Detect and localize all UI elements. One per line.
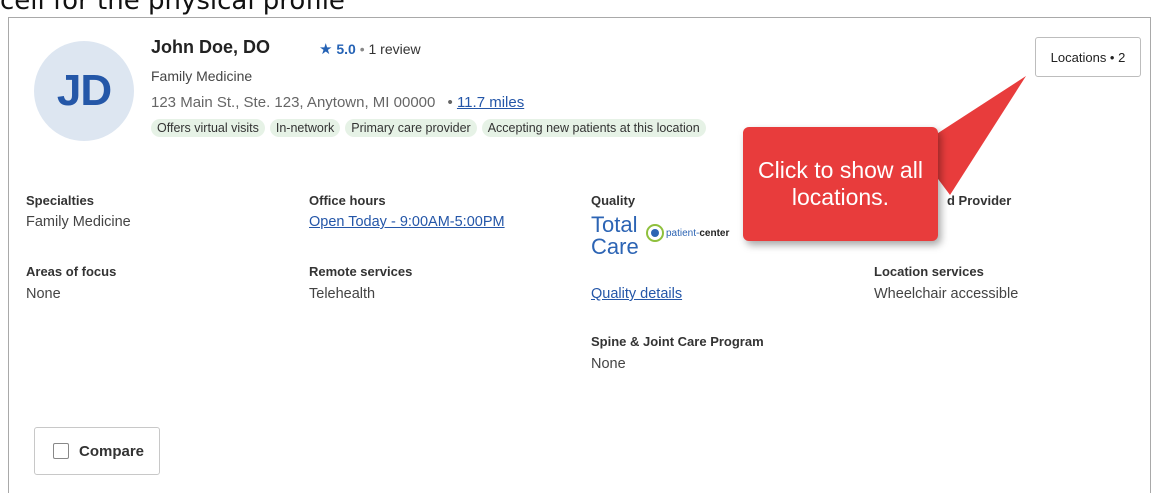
rating-separator: • <box>359 41 365 57</box>
provider-specialty: Family Medicine <box>151 68 253 84</box>
rating: ★ 5.0 • 1 review <box>319 40 421 58</box>
pcmh-text-b: center <box>699 227 730 239</box>
star-icon: ★ <box>319 41 333 58</box>
review-count: 1 review <box>368 41 421 57</box>
location-services-label: Location services <box>874 264 984 279</box>
total-care-logo-line2: Care <box>591 234 639 259</box>
pcmh-text-a: patient- <box>666 227 700 239</box>
office-hours-label: Office hours <box>309 193 386 208</box>
location-services-value: Wheelchair accessible <box>874 286 1019 302</box>
distance-link[interactable]: 11.7 miles <box>457 94 524 111</box>
quality-details-link[interactable]: Quality details <box>591 286 682 302</box>
remote-services-label: Remote services <box>309 264 413 279</box>
areas-of-focus-label: Areas of focus <box>26 264 117 279</box>
quality-label: Quality <box>591 193 636 208</box>
compare-label: Compare <box>79 442 145 460</box>
tag-virtual-visits: Offers virtual visits <box>151 119 265 137</box>
distance-separator: • <box>447 94 453 111</box>
address-text: 123 Main St., Ste. 123, Anytown, MI 0000… <box>151 94 436 111</box>
compare-checkbox[interactable] <box>53 443 69 459</box>
callout-text: Click to show all locations. <box>758 157 923 210</box>
total-care-logo: Total Care <box>591 214 639 258</box>
spine-joint-label: Spine & Joint Care Program <box>591 334 764 349</box>
locations-button[interactable]: Locations • 2 <box>1035 37 1141 77</box>
page-top-text: cell for the physical profile <box>0 0 345 16</box>
rating-score: 5.0 <box>336 41 356 57</box>
provider-card: JD John Doe, DO ★ 5.0 • 1 review Family … <box>8 17 1151 493</box>
tag-primary-care: Primary care provider <box>345 119 477 137</box>
total-care-logo-line1: Total <box>591 212 638 237</box>
remote-services-value: Telehealth <box>309 286 376 302</box>
spine-joint-value: None <box>591 356 626 372</box>
provider-address: 123 Main St., Ste. 123, Anytown, MI 0000… <box>151 94 524 111</box>
callout-tooltip: Click to show all locations. <box>743 127 938 241</box>
specialties-label: Specialties <box>26 193 94 208</box>
tag-list: Offers virtual visits In-network Primary… <box>151 119 706 137</box>
compare-button[interactable]: Compare <box>34 427 160 475</box>
avatar: JD <box>34 41 134 141</box>
provider-name[interactable]: John Doe, DO <box>151 37 270 58</box>
pcmh-icon <box>646 224 664 242</box>
specialties-value: Family Medicine <box>26 214 131 230</box>
pcmh-logo: patient-center <box>646 224 729 242</box>
office-hours-link[interactable]: Open Today - 9:00AM-5:00PM <box>309 214 505 230</box>
tag-in-network: In-network <box>269 119 341 137</box>
provider-label-partial: d Provider <box>947 193 1012 208</box>
tag-accepting-patients: Accepting new patients at this location <box>481 119 706 137</box>
areas-of-focus-value: None <box>26 286 61 302</box>
